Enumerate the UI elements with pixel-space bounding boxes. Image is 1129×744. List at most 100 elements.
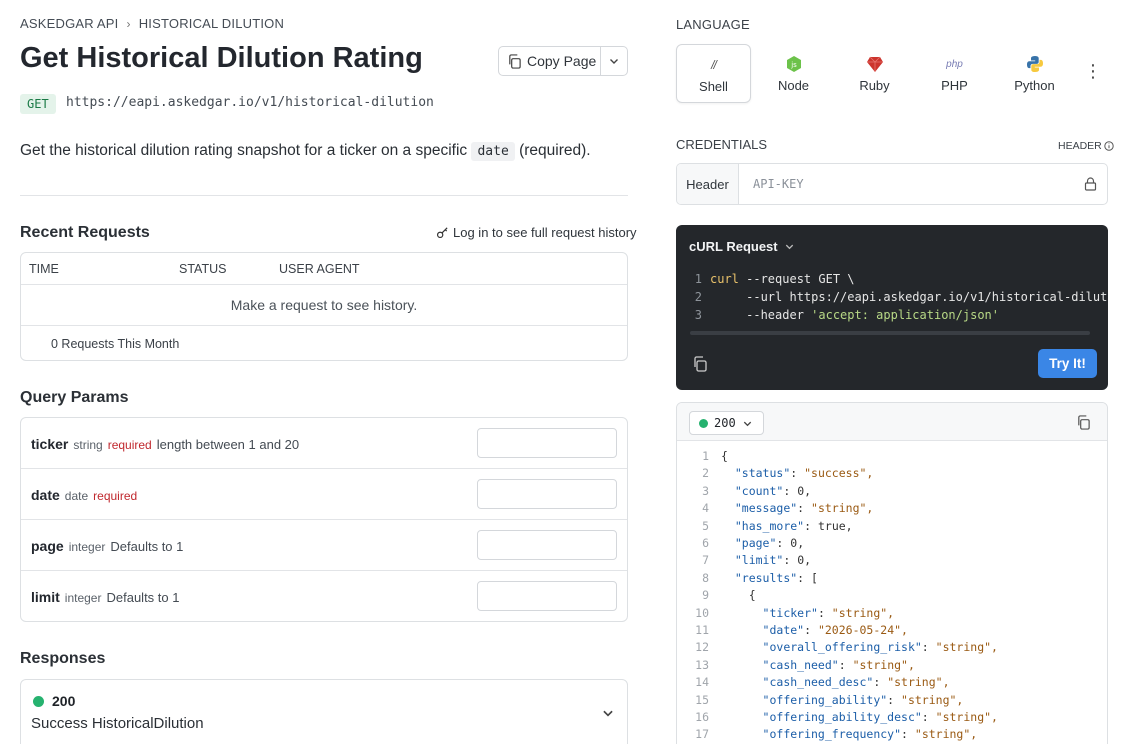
- json-line: 15 "offering_ability": "string",: [695, 692, 964, 707]
- desc-text: Get the historical dilution rating snaps…: [20, 142, 468, 159]
- language-title: LANGUAGE: [676, 17, 750, 32]
- endpoint-url: https://eapi.askedgar.io/v1/historical-d…: [66, 95, 434, 110]
- lang-ruby[interactable]: Ruby: [837, 44, 912, 103]
- curl-title-label: cURL Request: [689, 239, 778, 254]
- json-line: 6 "page": 0,: [702, 536, 805, 550]
- code-line: 2 --url https://eapi.askedgar.io/v1/hist…: [694, 290, 1108, 304]
- param-row: page integer Defaults to 1: [21, 520, 627, 571]
- param-row: date date required: [21, 469, 627, 520]
- status-dot-icon: [33, 695, 44, 707]
- chevron-down-icon[interactable]: [601, 706, 615, 720]
- param-row: ticker string required length between 1 and…: [21, 418, 627, 469]
- horizontal-scrollbar[interactable]: [690, 331, 1090, 335]
- lock-icon: [1084, 177, 1097, 191]
- python-icon: [1026, 56, 1043, 72]
- recent-requests-table: TIME STATUS USER AGENT Make a request to…: [20, 252, 628, 361]
- param-type: integer: [68, 540, 106, 554]
- divider: [20, 195, 628, 196]
- param-name: page: [31, 538, 64, 554]
- info-icon[interactable]: [1104, 141, 1114, 151]
- code-line: 1 curl --request GET \: [694, 272, 855, 286]
- lang-label: Node: [777, 78, 810, 93]
- response-200-item[interactable]: 200 Success HistoricalDilution: [20, 679, 628, 744]
- response-code: 200: [52, 693, 76, 709]
- page-title: Get Historical Dilution Rating: [20, 42, 423, 74]
- desc-text-end: (required).: [519, 142, 591, 159]
- ticker-input[interactable]: [477, 428, 617, 458]
- param-required: required: [107, 438, 152, 452]
- copy-icon[interactable]: [1076, 415, 1091, 430]
- param-type: integer: [64, 591, 102, 605]
- json-line: 16 "offering_ability_desc": "string",: [695, 710, 998, 724]
- copy-icon: [509, 53, 521, 69]
- copy-page-main[interactable]: Copy Page: [499, 47, 601, 75]
- param-note: Defaults to 1: [106, 590, 180, 605]
- col-status: STATUS: [179, 262, 227, 276]
- response-example-panel: 200 1{2 "status": "success", 3 "count": 0…: [676, 402, 1108, 744]
- json-line: 13 "cash_need": "string",: [695, 657, 915, 672]
- header-badge: HEADER: [1058, 140, 1114, 152]
- param-name: limit: [31, 589, 60, 605]
- endpoint-description: Get the historical dilution rating snaps…: [20, 142, 591, 161]
- param-name: date: [31, 487, 60, 503]
- breadcrumb-root[interactable]: ASKEDGAR API: [20, 16, 119, 31]
- api-key-input[interactable]: API-KEY: [739, 177, 1084, 191]
- json-line: 10 "ticker": "string",: [695, 605, 895, 620]
- lang-node[interactable]: js Node: [756, 44, 831, 103]
- limit-input[interactable]: [477, 581, 617, 611]
- credentials-title: CREDENTIALS: [676, 137, 768, 152]
- breadcrumb-current[interactable]: HISTORICAL DILUTION: [139, 16, 284, 31]
- param-type: string: [73, 438, 103, 452]
- curl-title[interactable]: cURL Request: [689, 239, 795, 254]
- status-select[interactable]: 200: [689, 411, 764, 435]
- chevron-down-icon: [785, 244, 793, 250]
- copy-icon[interactable]: [692, 356, 708, 372]
- json-line: 12 "overall_offering_risk": "string",: [695, 640, 998, 655]
- param-required: required: [93, 489, 138, 503]
- desc-code: date: [471, 142, 515, 161]
- lang-label: PHP: [941, 78, 968, 93]
- json-line: 17 "offering_frequency": "string",: [695, 727, 978, 742]
- date-input[interactable]: [477, 479, 617, 509]
- page-input[interactable]: [477, 530, 617, 560]
- copy-page-label: Copy Page: [527, 53, 597, 69]
- lang-label: Python: [1014, 78, 1055, 93]
- json-line: 8 "results": [: [702, 570, 818, 585]
- status-code: 200: [714, 416, 736, 430]
- login-link[interactable]: Log in to see full request history: [436, 225, 637, 240]
- login-label: Log in to see full request history: [453, 225, 637, 240]
- lang-shell[interactable]: // Shell: [676, 44, 751, 103]
- param-name: ticker: [31, 436, 69, 452]
- breadcrumb: ASKEDGAR API › HISTORICAL DILUTION: [20, 16, 284, 31]
- json-line: 5 "has_more": true,: [702, 518, 853, 533]
- response-desc: Success HistoricalDilution: [31, 715, 204, 732]
- copy-page-button[interactable]: Copy Page: [498, 46, 628, 76]
- chevron-down-icon: [743, 421, 751, 426]
- param-type: date: [64, 489, 89, 503]
- chevron-right-icon: ›: [126, 16, 131, 31]
- json-line: 1{: [702, 449, 728, 463]
- col-user-agent: USER AGENT: [279, 262, 360, 276]
- header-label: Header: [677, 164, 739, 204]
- lang-python[interactable]: Python: [997, 44, 1072, 103]
- query-params-title: Query Params: [20, 389, 129, 406]
- more-options-icon[interactable]: ⋮: [1084, 62, 1102, 80]
- curl-request-panel: cURL Request 1 curl --request GET \ 2 --u…: [676, 225, 1108, 390]
- try-it-button[interactable]: Try It!: [1038, 349, 1097, 378]
- key-icon: [436, 227, 448, 239]
- lang-php[interactable]: php PHP: [917, 44, 992, 103]
- copy-page-dropdown[interactable]: [601, 55, 627, 67]
- language-picker: // Shell js Node Ruby php PHP Python: [676, 44, 1108, 103]
- api-key-field[interactable]: Header API-KEY: [676, 163, 1108, 205]
- recent-requests-title: Recent Requests: [20, 224, 150, 241]
- header-badge-label: HEADER: [1058, 140, 1102, 152]
- svg-text:js: js: [790, 61, 797, 69]
- responses-title: Responses: [20, 650, 106, 667]
- json-line: 2 "status": "success",: [702, 466, 874, 481]
- json-line: 4 "message": "string",: [702, 501, 874, 516]
- table-header: TIME STATUS USER AGENT: [21, 253, 627, 285]
- php-icon: php: [946, 58, 963, 70]
- param-row: limit integer Defaults to 1: [21, 571, 627, 621]
- method-badge: GET: [20, 94, 56, 114]
- param-note: length between 1 and 20: [156, 437, 300, 452]
